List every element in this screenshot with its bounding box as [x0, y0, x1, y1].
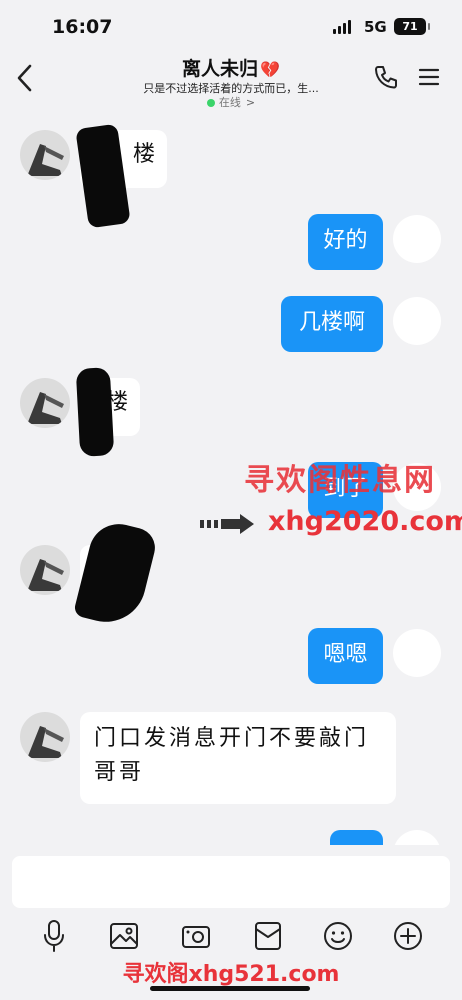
status-bar: 16:07 5G 71: [0, 0, 462, 54]
voice-button[interactable]: [38, 918, 70, 954]
message-text: 楼: [132, 142, 155, 167]
user-avatar[interactable]: [393, 830, 441, 845]
contact-avatar[interactable]: [20, 378, 70, 428]
call-button[interactable]: [373, 64, 399, 90]
watermark-site-name: 寻欢阁性息网: [244, 463, 436, 498]
chat-title: 离人未归: [182, 58, 259, 80]
message-bubble-outgoing[interactable]: 好的: [308, 214, 383, 270]
input-toolbar: [0, 918, 462, 958]
emoji-icon: [324, 922, 352, 950]
arrow-right-icon: [200, 514, 254, 534]
camera-icon: [182, 926, 210, 948]
menu-button[interactable]: [418, 66, 440, 88]
signal-icon: [333, 20, 353, 34]
status-time: 16:07: [52, 16, 113, 38]
emoji-button[interactable]: [322, 918, 354, 954]
hamburger-menu-icon: [418, 68, 440, 86]
message-text: 几楼啊: [298, 310, 365, 335]
online-status-label: 在线: [218, 96, 241, 109]
microphone-icon: [44, 920, 64, 952]
redaction-mark: [75, 367, 115, 457]
message-bubble-incoming[interactable]: 门口发消息开门不要敲门哥哥: [80, 712, 396, 804]
chevron-right-icon: >: [245, 96, 256, 109]
contact-avatar[interactable]: [20, 712, 70, 762]
battery-icon: 71: [394, 18, 430, 35]
phone-icon: [375, 66, 397, 89]
home-indicator[interactable]: [150, 986, 310, 991]
camera-button[interactable]: [180, 918, 212, 954]
watermark-bottom: 寻欢阁xhg521.com: [122, 962, 340, 987]
plus-icon: [394, 922, 422, 950]
message-bubble-outgoing[interactable]: 几楼啊: [281, 296, 383, 352]
message-input[interactable]: [12, 856, 450, 908]
more-button[interactable]: [392, 918, 424, 954]
message-text: 好的: [323, 228, 368, 253]
network-label: 5G: [364, 18, 387, 36]
photo-button[interactable]: [108, 918, 140, 954]
user-avatar[interactable]: [393, 215, 441, 263]
image-icon: [110, 923, 138, 949]
message-text: 门口发消息开门不要敲门哥哥: [94, 726, 370, 785]
chat-header: 离人未归 💔 只是不过选择活着的方式而已，生... 在线 >: [0, 54, 462, 110]
red-packet-button[interactable]: [252, 918, 284, 954]
online-dot-icon: [206, 99, 215, 107]
redaction-mark: [72, 517, 160, 631]
user-avatar[interactable]: [393, 297, 441, 345]
broken-heart-icon: 💔: [260, 60, 280, 79]
contact-avatar[interactable]: [20, 545, 70, 595]
message-bubble-outgoing[interactable]: [330, 830, 383, 845]
contact-avatar[interactable]: [20, 130, 70, 180]
online-status[interactable]: 在线 >: [0, 94, 462, 110]
watermark-domain: xhg2020.com: [268, 506, 462, 537]
user-avatar[interactable]: [393, 629, 441, 677]
red-packet-icon: [255, 922, 281, 950]
message-bubble-outgoing[interactable]: 嗯嗯: [308, 628, 383, 684]
message-text: 嗯嗯: [323, 642, 368, 667]
